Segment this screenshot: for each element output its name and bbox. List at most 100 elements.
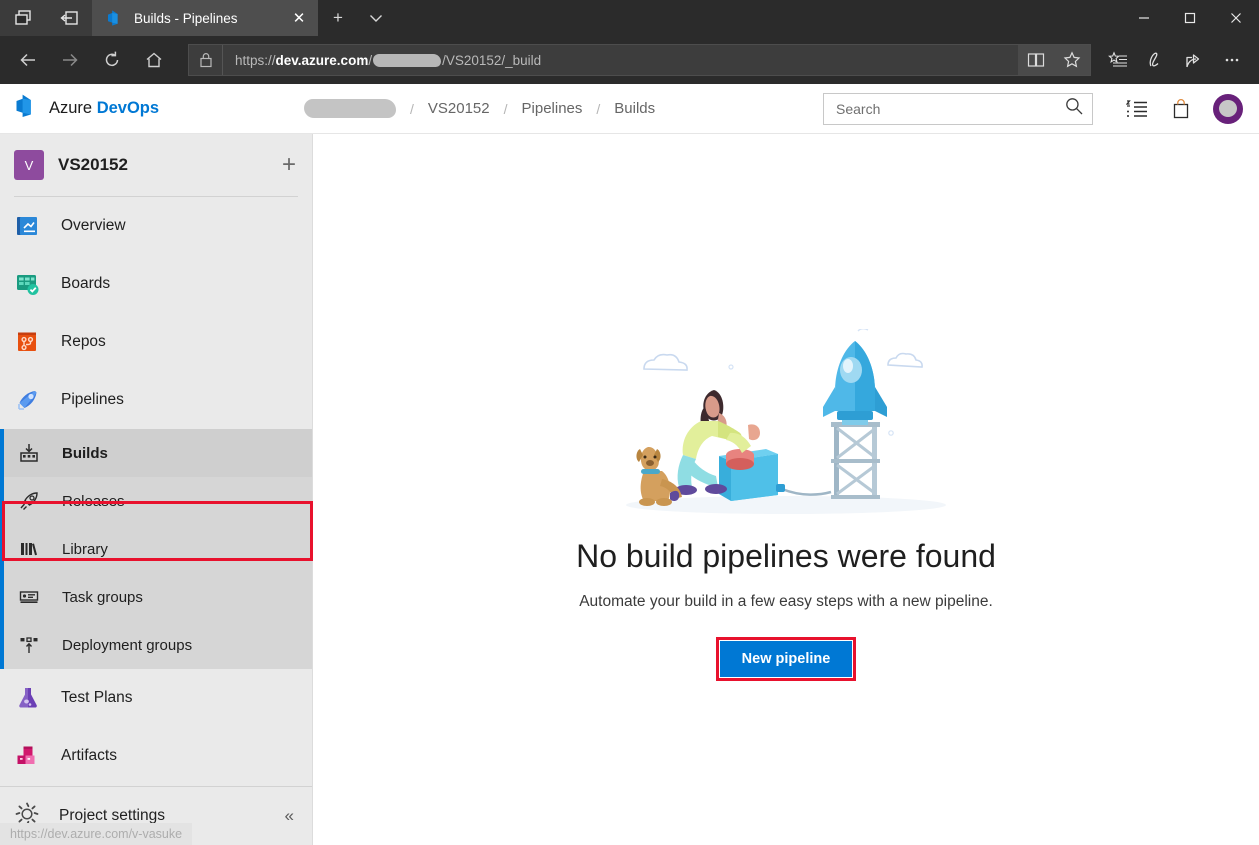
browser-tab[interactable]: Builds - Pipelines ✕ — [92, 0, 318, 36]
builds-icon — [18, 442, 40, 464]
url-domain: dev.azure.com — [275, 52, 369, 68]
sidebar-item-releases[interactable]: Releases — [0, 477, 312, 525]
sidebar-item-pipelines[interactable]: Pipelines — [0, 371, 312, 429]
sidebar-item-boards[interactable]: Boards — [0, 255, 312, 313]
window-controls — [1121, 0, 1259, 36]
task-list-icon[interactable] — [1115, 87, 1159, 131]
breadcrumb: / VS20152 / Pipelines / Builds — [304, 99, 655, 118]
address-bar-actions — [1018, 45, 1090, 75]
logo-devops-word: DevOps — [96, 99, 160, 117]
library-icon — [18, 538, 40, 560]
sidebar-item-label: Boards — [61, 275, 111, 292]
url-redacted-org — [373, 53, 442, 67]
search-input[interactable] — [836, 100, 1064, 117]
sidebar-item-label: Releases — [62, 492, 125, 510]
app-body: V VS20152 + Overview Boards Repos Pipeli… — [0, 134, 1259, 845]
breadcrumb-item-builds[interactable]: Builds — [614, 100, 655, 117]
window-close-button[interactable] — [1213, 0, 1259, 36]
pipelines-icon — [14, 386, 42, 414]
ado-header: Azure DevOps / VS20152 / Pipelines / Bui… — [0, 84, 1259, 134]
sidebar-item-label: Task groups — [62, 588, 143, 606]
lock-icon — [189, 45, 223, 75]
new-tab-button[interactable]: + — [318, 0, 358, 36]
test-plans-icon — [14, 684, 42, 712]
breadcrumb-org-redacted[interactable] — [304, 99, 396, 118]
breadcrumb-item-pipelines[interactable]: Pipelines — [522, 100, 583, 117]
tab-close-icon[interactable]: ✕ — [286, 5, 312, 31]
sidebar-item-overview[interactable]: Overview — [0, 197, 312, 255]
url-path: /VS20152/_build — [442, 52, 542, 68]
url-scheme: https:// — [235, 52, 276, 68]
page-title: No build pipelines were found — [576, 538, 996, 574]
sidebar-item-label: Overview — [61, 217, 126, 234]
breadcrumb-separator: / — [410, 100, 414, 117]
url-text[interactable]: https://dev.azure.com/ /VS20152/_build — [223, 53, 1018, 68]
rocket-launch-illustration — [626, 328, 946, 514]
search-icon[interactable] — [1064, 96, 1084, 121]
url-slash: / — [368, 52, 373, 68]
reading-view-icon[interactable] — [1018, 45, 1054, 75]
refresh-button[interactable] — [92, 40, 132, 80]
breadcrumb-separator: / — [503, 100, 508, 117]
page-subtitle: Automate your build in a few easy steps … — [579, 593, 993, 610]
pen-icon[interactable] — [1137, 40, 1175, 80]
tab-preview-icon[interactable] — [0, 0, 46, 36]
share-icon[interactable] — [1175, 40, 1213, 80]
repos-icon — [14, 328, 42, 356]
window-maximize-button[interactable] — [1167, 0, 1213, 36]
tab-menu-chevron-down-icon[interactable] — [358, 0, 394, 36]
artifacts-icon — [14, 742, 42, 770]
browser-navbar: https://dev.azure.com/ /VS20152/_build — [0, 36, 1259, 84]
sidebar-item-label: Repos — [61, 333, 106, 350]
azure-devops-favicon — [106, 9, 124, 27]
back-button[interactable] — [8, 40, 48, 80]
forward-button[interactable] — [50, 40, 90, 80]
ellipsis-icon[interactable] — [1213, 40, 1251, 80]
sidebar-item-library[interactable]: Library — [0, 525, 312, 573]
ado-logo[interactable]: Azure DevOps — [14, 93, 304, 124]
sidebar-item-repos[interactable]: Repos — [0, 313, 312, 371]
azure-devops-logo — [14, 93, 40, 124]
sidebar-item-deployment-groups[interactable]: Deployment groups — [0, 621, 312, 669]
status-bar-link-preview: https://dev.azure.com/v-vasuke — [0, 823, 193, 845]
sidebar-item-label: Artifacts — [61, 747, 117, 764]
home-button[interactable] — [134, 40, 174, 80]
task-groups-icon — [18, 586, 40, 608]
tab-title: Builds - Pipelines — [134, 10, 238, 26]
overview-icon — [14, 212, 42, 240]
sidebar-item-label: Pipelines — [61, 391, 124, 408]
breadcrumb-separator: / — [596, 100, 601, 117]
breadcrumb-item-project[interactable]: VS20152 — [428, 100, 490, 117]
new-pipeline-button[interactable]: New pipeline — [719, 641, 853, 677]
logo-azure-word: Azure — [49, 99, 97, 117]
main-content: No build pipelines were found Automate y… — [313, 134, 1259, 845]
collapse-sidebar-button[interactable]: « — [285, 806, 294, 826]
marketplace-bag-icon[interactable] — [1159, 87, 1203, 131]
browser-window: Builds - Pipelines ✕ + https://dev.azure… — [0, 0, 1259, 845]
sidebar-item-task-groups[interactable]: Task groups — [0, 573, 312, 621]
avatar-placeholder-icon — [1219, 100, 1237, 117]
ado-logo-text: Azure DevOps — [49, 99, 159, 118]
sidebar-item-label: Builds — [62, 444, 108, 462]
sidebar-item-label: Test Plans — [61, 689, 133, 706]
star-icon[interactable] — [1054, 45, 1090, 75]
titlebar-left-icons — [0, 0, 92, 36]
add-project-button[interactable]: + — [282, 153, 296, 177]
project-avatar: V — [14, 150, 44, 180]
address-bar[interactable]: https://dev.azure.com/ /VS20152/_build — [188, 44, 1091, 76]
azure-devops-app: Azure DevOps / VS20152 / Pipelines / Bui… — [0, 84, 1259, 845]
project-name: VS20152 — [58, 155, 128, 174]
search-box[interactable] — [823, 92, 1093, 125]
deployment-groups-icon — [18, 634, 40, 656]
sidebar-item-artifacts[interactable]: Artifacts — [0, 727, 312, 785]
sidebar-item-builds[interactable]: Builds — [0, 429, 312, 477]
sidebar-item-test-plans[interactable]: Test Plans — [0, 669, 312, 727]
user-avatar[interactable] — [1213, 93, 1243, 124]
new-pipeline-button-wrap: New pipeline — [715, 637, 857, 681]
project-header[interactable]: V VS20152 + — [0, 134, 312, 196]
browser-toolbar-icons — [1099, 40, 1251, 80]
window-minimize-button[interactable] — [1121, 0, 1167, 36]
boards-icon — [14, 270, 42, 298]
set-tabs-aside-icon[interactable] — [46, 0, 92, 36]
favorites-list-icon[interactable] — [1099, 40, 1137, 80]
